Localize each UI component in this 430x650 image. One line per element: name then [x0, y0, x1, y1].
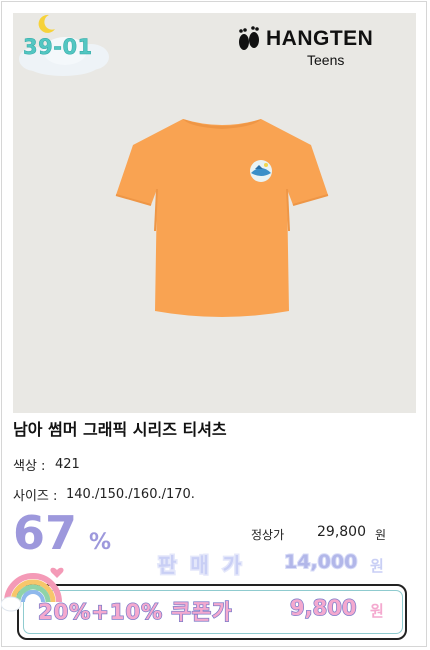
- color-value: 421: [55, 457, 80, 472]
- color-label: 색상 :: [13, 459, 46, 474]
- brand-subline: Teens: [307, 52, 345, 68]
- sale-price-label: 판매가: [156, 552, 256, 579]
- brand-name: HANGTEN: [266, 27, 374, 50]
- tshirt-image: [115, 119, 329, 317]
- coupon-price-label: 20%+10% 쿠폰가: [37, 599, 233, 625]
- moon-icon: [38, 14, 55, 33]
- footprint-icon: [239, 26, 259, 50]
- size-value: 140./150./160./170.: [66, 487, 195, 502]
- product-photo[interactable]: 39-01 HANGTEN Teens: [13, 13, 416, 413]
- discount-rate: 67: [13, 506, 78, 560]
- product-name: 남아 썸머 그래픽 시리즈 티셔츠: [13, 420, 227, 439]
- size-label: 사이즈 :: [13, 489, 58, 504]
- sale-price: 14,000: [283, 550, 358, 574]
- sale-price-unit: 원: [370, 557, 384, 575]
- regular-price-label: 정상가: [251, 528, 285, 542]
- discount-percent-sign: %: [89, 530, 112, 555]
- product-code-badge: 39-01: [13, 13, 123, 79]
- coupon-price-unit: 원: [370, 602, 384, 620]
- product-code: 39-01: [23, 35, 93, 60]
- coupon-price: 9,800: [289, 595, 357, 621]
- brand-logo: HANGTEN Teens: [236, 23, 406, 71]
- regular-price: 29,800: [317, 524, 366, 540]
- regular-price-unit: 원: [375, 528, 387, 542]
